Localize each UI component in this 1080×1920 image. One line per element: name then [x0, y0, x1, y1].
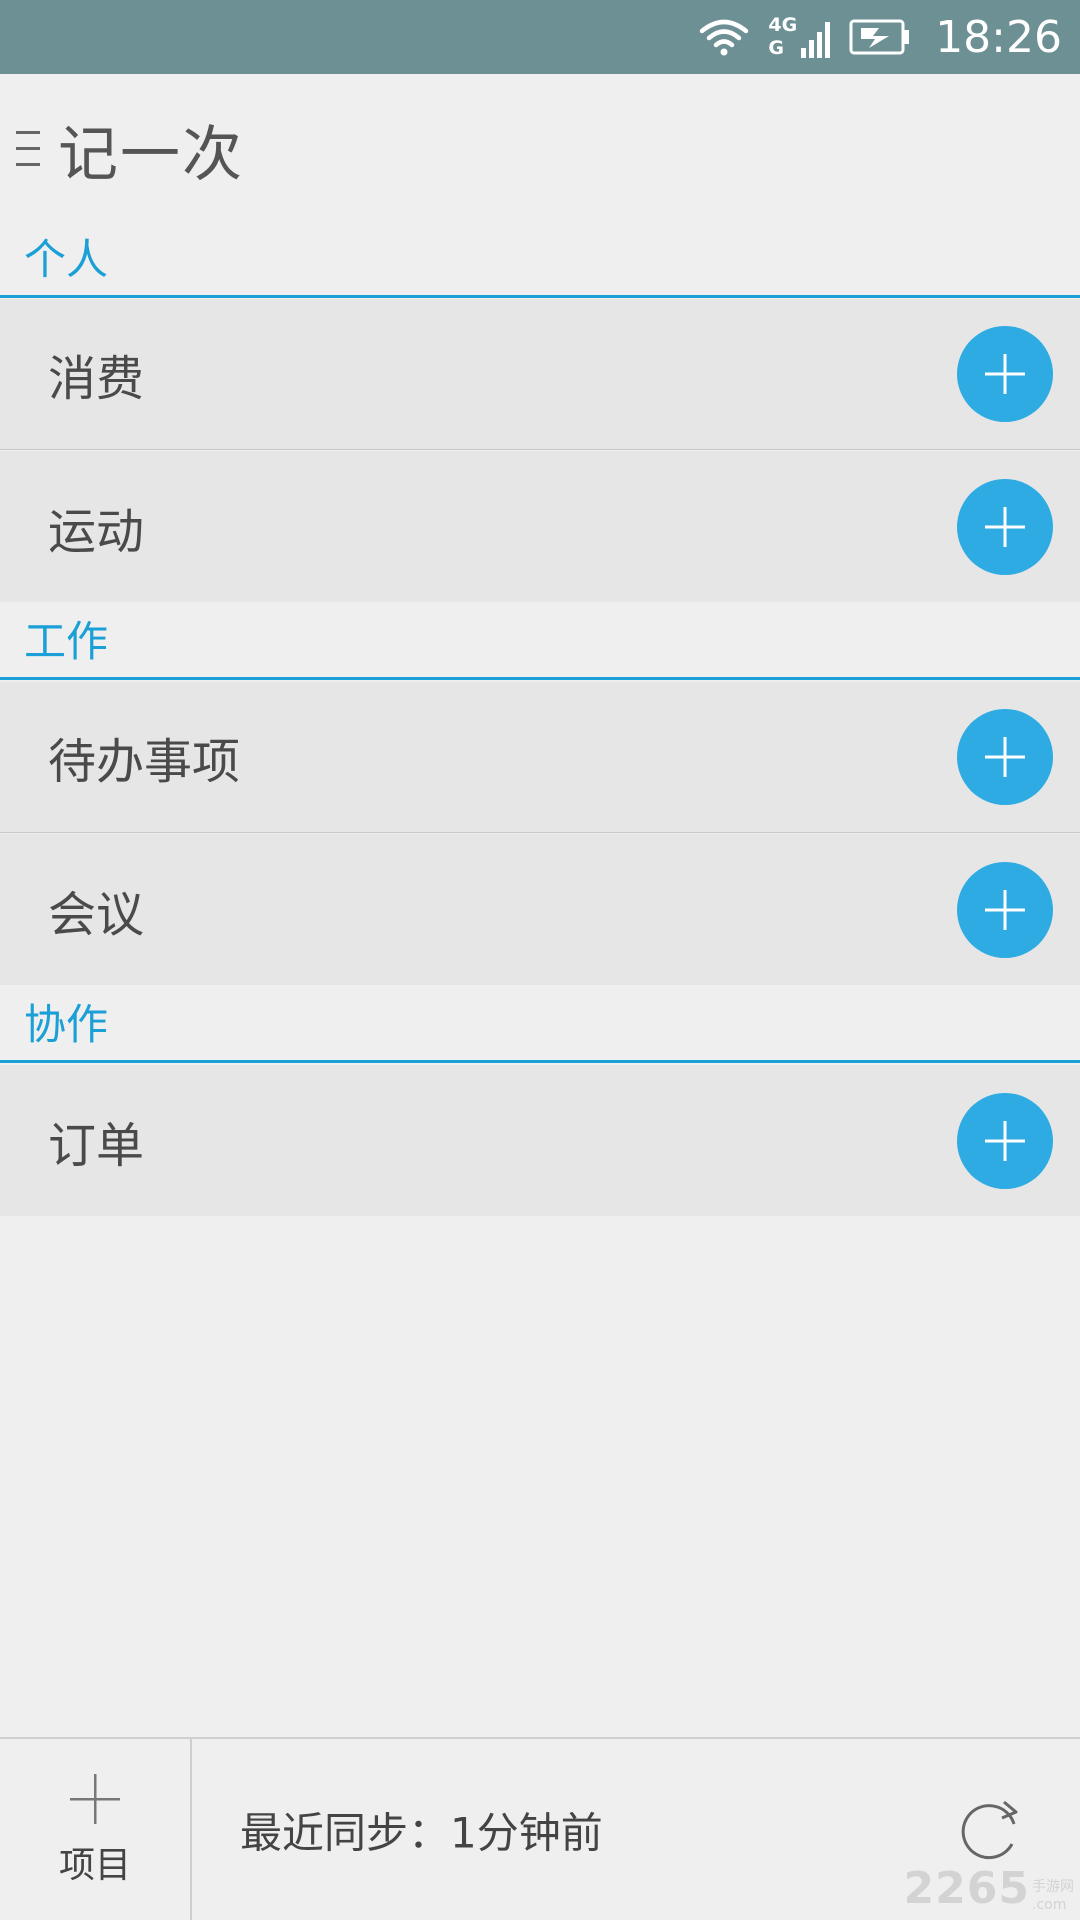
add-button[interactable]	[957, 1092, 1053, 1189]
add-button[interactable]	[957, 709, 1053, 805]
add-project-label: 项目	[58, 1844, 131, 1886]
list-item-label: 会议	[48, 886, 145, 943]
add-project-button[interactable]: 项目	[0, 1739, 192, 1920]
clock: 18:26	[935, 11, 1062, 63]
section-title: 工作	[24, 617, 109, 666]
add-button[interactable]	[957, 326, 1053, 422]
signal-icon: 4G G	[768, 14, 831, 60]
app-header: 记一次	[0, 74, 1080, 224]
status-bar: 4G G 18:26	[0, 0, 1080, 74]
battery-charging-icon	[849, 18, 911, 56]
list-item-label: 运动	[48, 503, 145, 560]
bottom-bar: 项目 最近同步：1分钟前 2265 手游网 .com	[0, 1737, 1080, 1920]
section-header-personal: 个人	[0, 220, 1080, 298]
plus-icon	[70, 1773, 120, 1824]
section-title: 协作	[24, 1000, 109, 1049]
list-item-consumption[interactable]: 消费	[0, 299, 1080, 450]
section-header-collab: 协作	[0, 985, 1080, 1063]
list-item-label: 订单	[48, 1117, 145, 1174]
wifi-icon	[698, 17, 750, 57]
section-header-work: 工作	[0, 602, 1080, 680]
list-item-order[interactable]: 订单	[0, 1065, 1080, 1216]
watermark-logo: 2265 手游网 .com	[904, 1863, 1074, 1914]
watermark-number: 2265	[903, 1863, 1030, 1914]
page-title: 记一次	[58, 119, 244, 190]
add-button[interactable]	[957, 861, 1053, 958]
network-type-label-2: G	[768, 37, 784, 59]
refresh-icon	[961, 1800, 1018, 1859]
list-item-sports[interactable]: 运动	[0, 451, 1080, 602]
plus-icon	[985, 737, 1025, 777]
sync-status: 最近同步：1分钟前	[240, 1808, 603, 1857]
watermark-line1: 手游网	[1032, 1879, 1074, 1895]
plus-icon	[985, 506, 1025, 547]
refresh-button[interactable]	[950, 1790, 1030, 1870]
plus-icon	[985, 1120, 1025, 1161]
section-title: 个人	[24, 235, 109, 284]
network-type-label: 4G	[768, 14, 798, 36]
list-item-label: 消费	[48, 351, 145, 407]
list-item-todo[interactable]: 待办事项	[0, 682, 1080, 833]
menu-icon[interactable]	[8, 119, 48, 179]
watermark-line2: .com	[1032, 1897, 1067, 1913]
plus-icon	[985, 354, 1025, 394]
list-item-label: 待办事项	[48, 734, 241, 790]
plus-icon	[985, 889, 1025, 930]
list-item-meeting[interactable]: 会议	[0, 834, 1080, 985]
add-button[interactable]	[957, 478, 1053, 575]
